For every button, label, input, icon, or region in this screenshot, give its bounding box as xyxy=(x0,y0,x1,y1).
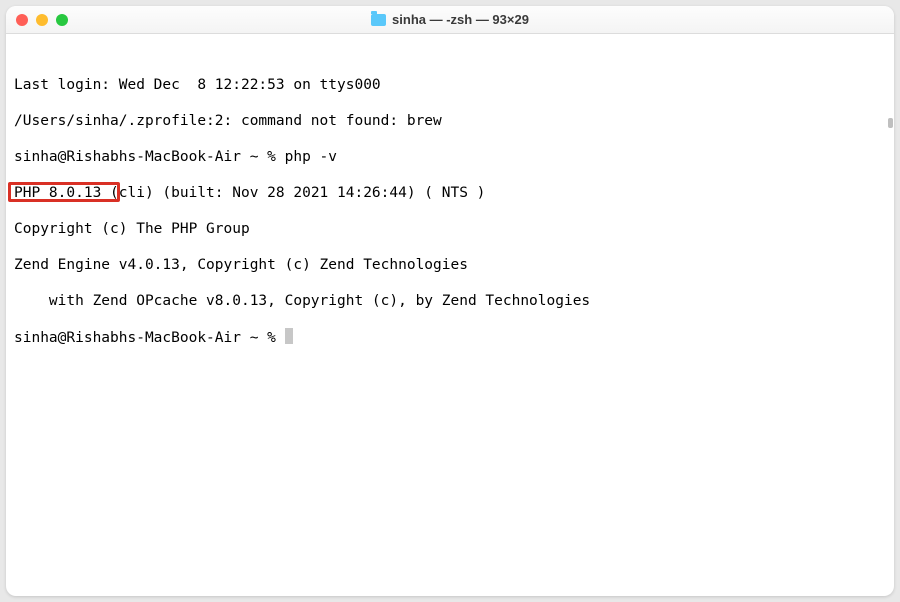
shell-prompt: sinha@Rishabhs-MacBook-Air ~ % xyxy=(14,149,285,165)
prompt-line: sinha@Rishabhs-MacBook-Air ~ % xyxy=(14,328,886,347)
shell-prompt: sinha@Rishabhs-MacBook-Air ~ % xyxy=(14,330,285,346)
folder-icon xyxy=(371,14,386,26)
entered-command: php -v xyxy=(285,149,337,165)
text-cursor xyxy=(285,328,293,344)
traffic-lights xyxy=(16,14,68,26)
window-title-wrap: sinha — -zsh — 93×29 xyxy=(6,12,894,27)
output-line: Zend Engine v4.0.13, Copyright (c) Zend … xyxy=(14,256,886,274)
output-line: Last login: Wed Dec 8 12:22:53 on ttys00… xyxy=(14,76,886,94)
window-titlebar[interactable]: sinha — -zsh — 93×29 xyxy=(6,6,894,34)
terminal-body[interactable]: Last login: Wed Dec 8 12:22:53 on ttys00… xyxy=(6,34,894,596)
output-line: with Zend OPcache v8.0.13, Copyright (c)… xyxy=(14,292,886,310)
output-line: /Users/sinha/.zprofile:2: command not fo… xyxy=(14,112,886,130)
window-title: sinha — -zsh — 93×29 xyxy=(392,12,529,27)
minimize-button[interactable] xyxy=(36,14,48,26)
output-line: Copyright (c) The PHP Group xyxy=(14,220,886,238)
zoom-button[interactable] xyxy=(56,14,68,26)
terminal-window: sinha — -zsh — 93×29 Last login: Wed Dec… xyxy=(6,6,894,596)
close-button[interactable] xyxy=(16,14,28,26)
prompt-line: sinha@Rishabhs-MacBook-Air ~ % php -v xyxy=(14,148,886,166)
scrollbar-thumb[interactable] xyxy=(888,118,893,128)
output-line: PHP 8.0.13 (cli) (built: Nov 28 2021 14:… xyxy=(14,184,886,202)
php-version: PHP 8.0.13 xyxy=(14,185,110,201)
php-build-info: (cli) (built: Nov 28 2021 14:26:44) ( NT… xyxy=(110,185,485,201)
